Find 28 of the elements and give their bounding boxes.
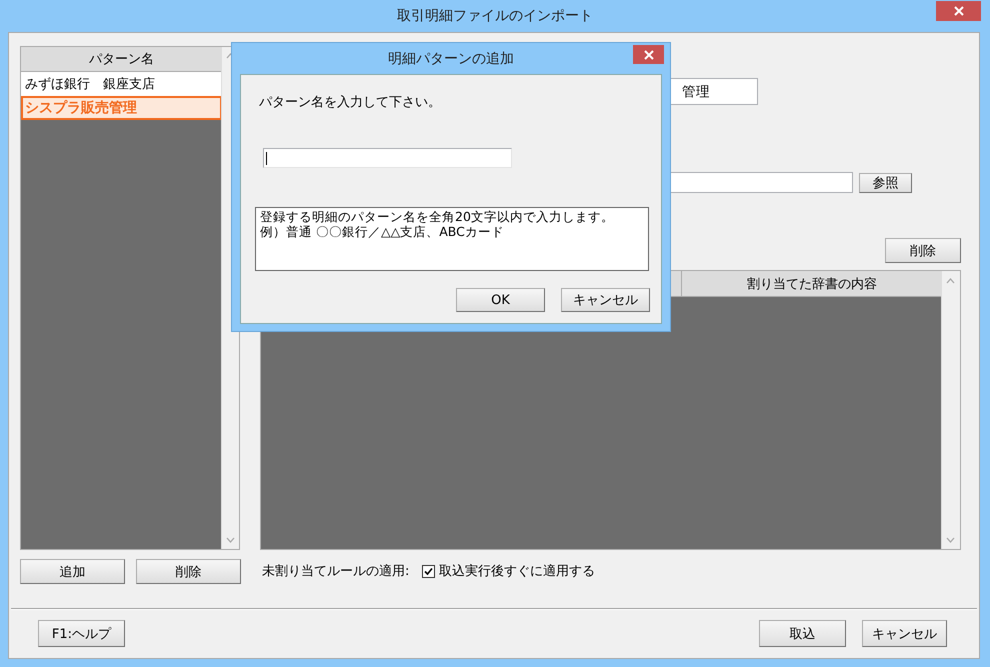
input-field[interactable] [263, 148, 512, 168]
note-line: 例）普通 〇〇銀行／△△支店、ABCカード [260, 224, 505, 239]
cancel-button[interactable]: キャンセル [561, 288, 650, 312]
window-title: 取引明細ファイルのインポート [397, 7, 593, 25]
scrollbar[interactable] [941, 271, 960, 549]
scroll-down-icon[interactable] [946, 537, 955, 543]
scroll-down-icon[interactable] [226, 537, 235, 543]
list-item[interactable]: みずほ銀行 銀座支店 [21, 72, 222, 96]
column-header: パターン名 [21, 47, 222, 72]
cancel-button[interactable]: キャンセル [862, 620, 947, 647]
ok-button[interactable]: OK [456, 288, 545, 312]
dialog-title: 明細パターンの追加 [388, 50, 514, 68]
close-button[interactable] [633, 45, 664, 64]
import-button[interactable]: 取込 [759, 620, 846, 647]
add-button[interactable]: 追加 [20, 559, 125, 584]
checkbox-label: 取込実行後すぐに適用する [439, 563, 595, 580]
note-line: 登録する明細のパターン名を全角20文字以内で入力します。 [260, 209, 615, 224]
close-icon [644, 50, 654, 60]
help-button[interactable]: F1:ヘルプ [38, 620, 125, 647]
prompt-text: パターン名を入力して下さい。 [259, 94, 441, 111]
close-icon [954, 6, 964, 16]
delete-button[interactable]: 削除 [885, 238, 961, 263]
delete-button[interactable]: 削除 [136, 559, 241, 584]
rule-label: 未割り当てルールの適用: [262, 563, 410, 580]
checkbox[interactable] [422, 564, 435, 578]
browse-button[interactable]: 参照 [859, 173, 912, 193]
scroll-up-icon[interactable] [946, 278, 955, 284]
close-button[interactable] [936, 1, 981, 21]
